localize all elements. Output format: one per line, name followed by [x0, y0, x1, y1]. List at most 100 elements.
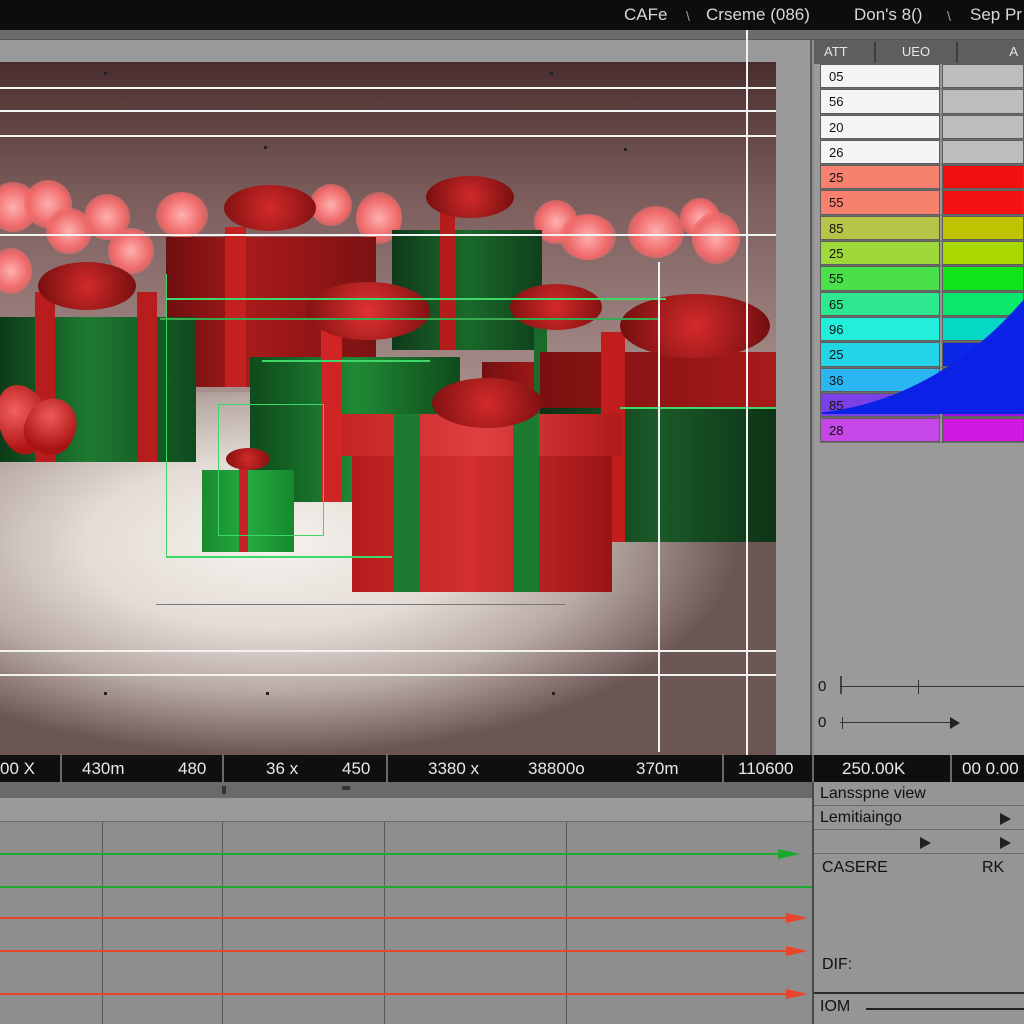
color-swatch[interactable]	[942, 266, 1024, 291]
app-window: CAFe \ Crseme (086) Don's 8() \ Sep Pr A…	[0, 0, 1024, 1024]
guide-line	[0, 87, 776, 89]
guide-line	[0, 135, 776, 137]
slider-track[interactable]	[840, 686, 1024, 687]
track-arrow	[786, 913, 808, 923]
color-swatch[interactable]	[942, 89, 1024, 114]
track-red-3[interactable]	[0, 993, 786, 995]
prop-row-view[interactable]: Lansspne view	[814, 782, 1024, 806]
heart-object[interactable]	[0, 377, 86, 474]
swatch-value[interactable]: 05	[820, 64, 940, 89]
swatch-value[interactable]: 56	[820, 89, 940, 114]
tab-a[interactable]: A	[958, 42, 1024, 63]
bokeh-light	[692, 212, 740, 264]
ruler-label: 00 X	[0, 759, 35, 778]
guide-line	[746, 30, 748, 755]
3d-viewport[interactable]	[0, 30, 812, 774]
swatch-value[interactable]: 55	[820, 190, 940, 215]
track-green-2[interactable]	[0, 886, 812, 888]
tab-att[interactable]: ATT	[818, 42, 876, 63]
color-swatch[interactable]	[942, 64, 1024, 89]
play-icon[interactable]	[950, 717, 960, 729]
ruler-label: 00 0.00	[962, 759, 1019, 778]
bokeh-light	[310, 184, 352, 226]
prop-label: Lansspne view	[820, 785, 926, 802]
ruler-label: 450	[342, 759, 371, 778]
ruler-label: 370m	[636, 759, 679, 778]
swatch-row[interactable]: 26	[820, 139, 1024, 166]
swatch-row[interactable]: 85	[820, 215, 1024, 242]
guide-line	[658, 262, 660, 752]
prop-label: Lemitiaingo	[820, 809, 902, 826]
menu-separator: \	[686, 8, 690, 24]
swatch-value[interactable]: 20	[820, 114, 940, 139]
ruler-label: 38800o	[528, 759, 585, 778]
swatch-value[interactable]: 25	[820, 165, 940, 190]
selection-bounding-box	[166, 274, 167, 556]
gift-box[interactable]	[341, 378, 623, 592]
menu-item-cafe[interactable]: CAFe	[624, 5, 667, 25]
color-swatch[interactable]	[942, 215, 1024, 241]
slider-row[interactable]: 0	[814, 672, 1024, 702]
tab-ueo[interactable]: UEO	[876, 42, 958, 63]
ruler-label: 3380 x	[428, 759, 480, 778]
ruler-label: 110600	[738, 759, 794, 778]
prop-row-iom[interactable]: IOM	[814, 996, 1024, 1024]
bokeh-light	[560, 214, 616, 260]
swatch-row[interactable]: 56	[820, 89, 1024, 115]
properties-panel: Lansspne view Lemitiaingo CASERE RK DIF:…	[812, 782, 1024, 1024]
menu-item-dons[interactable]: Don's 8()	[854, 5, 922, 25]
menu-item-crseme[interactable]: Crseme (086)	[706, 5, 810, 25]
guide-line	[0, 234, 776, 236]
swatch-row[interactable]: 25	[820, 165, 1024, 191]
timeline-ruler[interactable]: 00 X 430m 480 36 x 450 3380 x 38800o 370…	[0, 755, 1024, 782]
prop-row-toggle[interactable]	[814, 830, 1024, 854]
color-panel: ATT UEO A 05 56 20 26 25 55 85 25 55 65 96 25 36 85 28…	[814, 40, 1024, 755]
track-arrow	[786, 989, 808, 999]
toolbar-strip	[0, 30, 1024, 40]
color-swatch[interactable]	[942, 139, 1024, 165]
slider-handle[interactable]	[918, 680, 919, 694]
play-icon[interactable]	[1000, 837, 1011, 849]
swatch-row[interactable]: 25	[820, 241, 1024, 267]
color-swatch[interactable]	[942, 190, 1024, 215]
swatch-value[interactable]: 25	[820, 241, 940, 266]
guide-line	[0, 110, 776, 112]
prop-label: CASERE	[822, 859, 888, 876]
prop-label: DIF:	[822, 956, 853, 973]
slider-label: 0	[818, 714, 827, 731]
color-swatch[interactable]	[942, 241, 1024, 266]
menu-separator: \	[947, 8, 951, 24]
track-green-1[interactable]	[0, 853, 786, 855]
selection-bounding-box[interactable]	[218, 404, 324, 536]
swatch-row[interactable]: 20	[820, 114, 1024, 140]
ruler-label: 250.00K	[842, 759, 906, 778]
swatch-value[interactable]: 85	[820, 215, 940, 241]
render-scene[interactable]	[0, 62, 776, 774]
timeline-tracks[interactable]	[0, 798, 812, 1024]
track-arrow	[786, 946, 808, 956]
swatch-row[interactable]: 55	[820, 190, 1024, 216]
swatch-row[interactable]: 55	[820, 266, 1024, 292]
color-swatch[interactable]	[942, 114, 1024, 139]
timeline-subruler	[0, 782, 812, 798]
prop-row-casere[interactable]: CASERE RK	[814, 854, 1024, 884]
bokeh-light	[628, 206, 684, 258]
color-swatch[interactable]	[942, 165, 1024, 190]
gradient-wedge	[822, 299, 1024, 414]
play-icon[interactable]	[1000, 813, 1011, 825]
swatch-row[interactable]: 05	[820, 64, 1024, 90]
slider-row[interactable]: 0	[814, 708, 1024, 738]
ruler-label: 36 x	[266, 759, 299, 778]
slider-track[interactable]	[840, 722, 950, 723]
guide-line	[156, 604, 566, 605]
prop-row-dif[interactable]: DIF:	[814, 952, 1024, 982]
track-red-1[interactable]	[0, 917, 786, 919]
swatch-value[interactable]: 55	[820, 266, 940, 291]
swatch-value[interactable]: 26	[820, 139, 940, 165]
ruler-label: 480	[178, 759, 207, 778]
play-icon[interactable]	[920, 837, 931, 849]
panel-header: ATT UEO A	[814, 40, 1024, 64]
menu-item-sep[interactable]: Sep Pr	[970, 5, 1022, 25]
track-red-2[interactable]	[0, 950, 786, 952]
prop-row-limiting[interactable]: Lemitiaingo	[814, 806, 1024, 830]
